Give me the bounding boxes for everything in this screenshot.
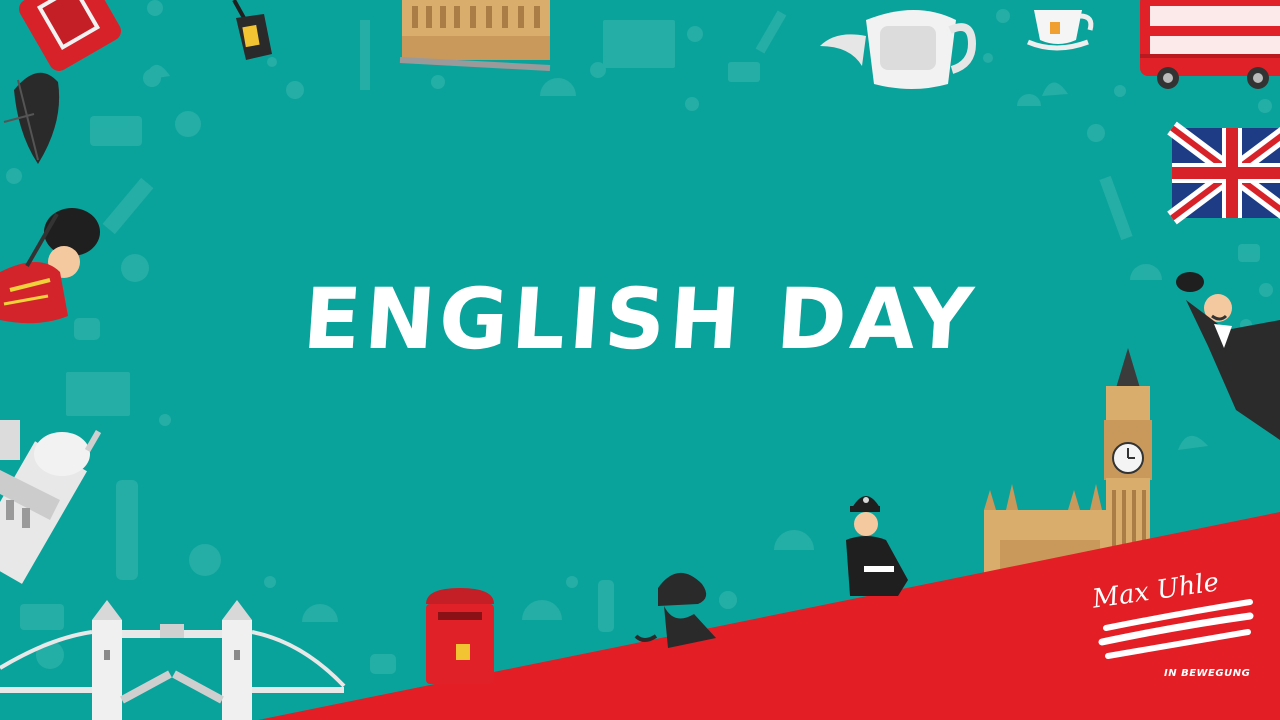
umbrella-icon: [3, 72, 60, 164]
page-title: ENGLISH DAY: [300, 270, 980, 368]
sherlock-silhouette-icon: [634, 572, 716, 648]
teapot-icon: [820, 10, 977, 89]
brand-logo: Max Uhle IN BEWEGUNG: [1086, 567, 1256, 688]
brand-tagline: IN BEWEGUNG: [1164, 668, 1251, 679]
brush-strokes-icon: [1098, 599, 1254, 659]
street-lamp-icon: [232, 0, 272, 60]
phone-box-icon: [19, 0, 121, 71]
teacup-icon: [1027, 10, 1094, 51]
post-box-icon: [426, 588, 494, 684]
parliament-building-icon: [399, 0, 551, 71]
st-pauls-cathedral-icon: [0, 420, 102, 584]
double-decker-bus-icon: [1140, 0, 1280, 89]
police-officer-icon: [846, 496, 908, 596]
union-jack-icon: [1167, 121, 1280, 225]
slide: ENGLISH DAY Max Uhle IN BEWEGUNG: [0, 0, 1280, 720]
